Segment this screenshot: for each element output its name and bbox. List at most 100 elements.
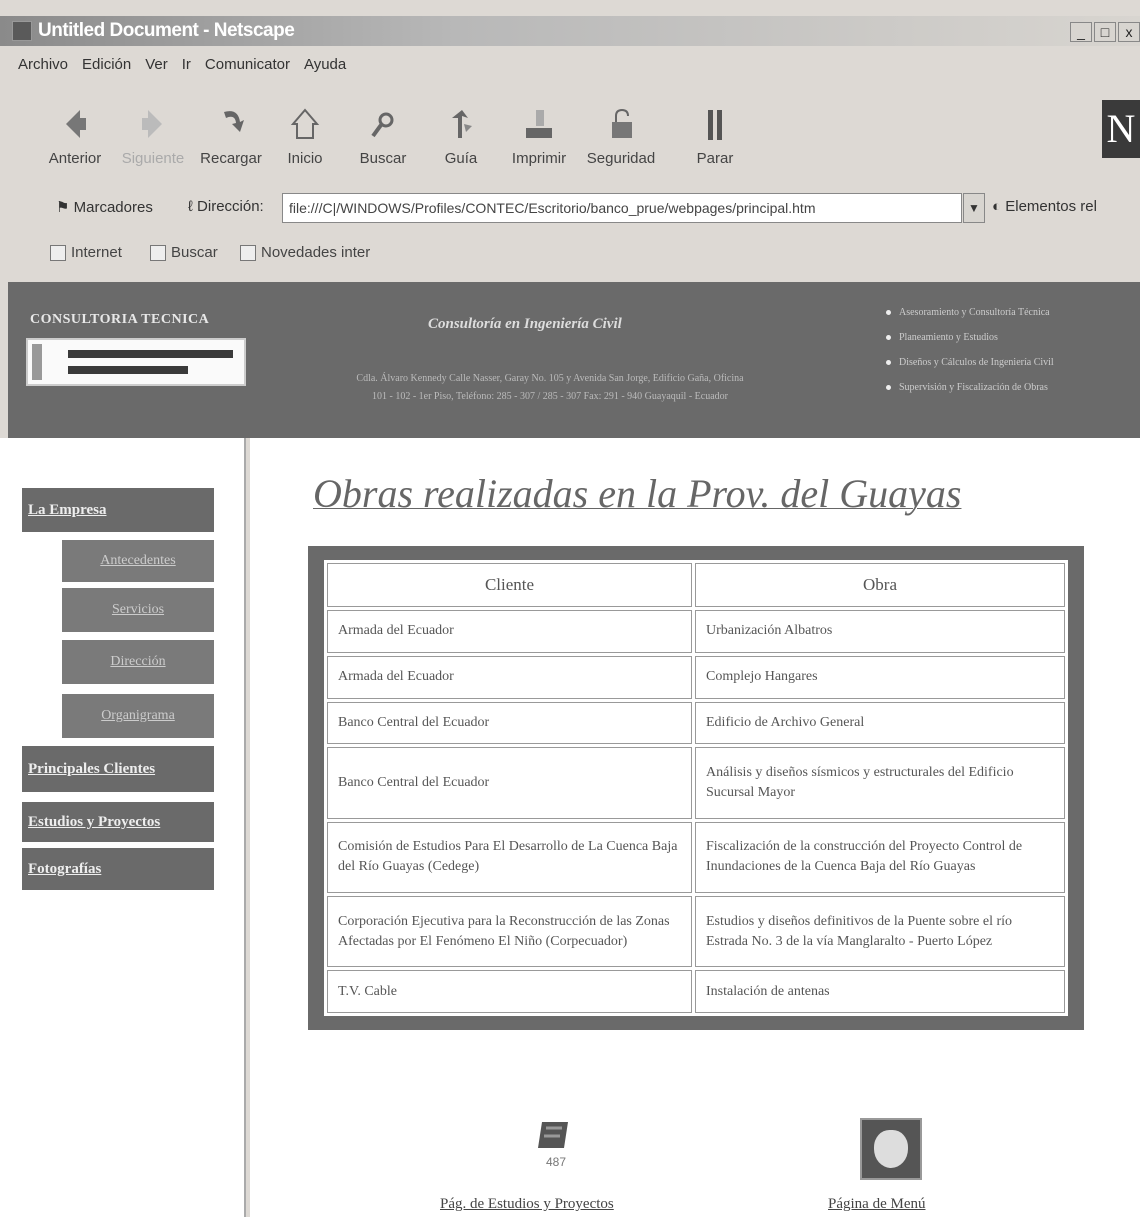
address-input[interactable]: file:///C|/WINDOWS/Profiles/CONTEC/Escri… [282,193,962,223]
nav-fotografias[interactable]: Fotografías [22,848,214,890]
security-button[interactable]: Seguridad [586,104,656,167]
cell-cliente: T.V. Cable [327,970,692,1013]
nav-organigrama[interactable]: Organigrama [62,694,214,738]
works-table: Cliente Obra Armada del Ecuador Urbaniza… [324,560,1068,1016]
cell-cliente: Banco Central del Ecuador [327,747,692,819]
menu-icon[interactable] [860,1118,922,1180]
address-icon: ℓ [188,198,193,215]
address-label-wrap: ℓ Dirección: [188,198,264,215]
related-icon: ◐ [992,198,1002,215]
browser-window: Untitled Document - Netscape _ □ x Archi… [0,0,1140,1217]
forward-button[interactable]: Siguiente [118,104,188,167]
personal-toolbar: Internet Buscar Novedades inter [0,238,1140,274]
chevron-down-icon: ▼ [968,201,980,215]
service-item: Asesoramiento y Consultoría Técnica [886,300,1054,325]
minimize-button[interactable]: _ [1070,22,1092,42]
projects-page-link[interactable]: Pág. de Estudios y Proyectos [440,1196,614,1213]
back-arrow-icon [66,110,86,138]
address-dropdown[interactable]: ▼ [963,193,985,223]
cell-obra: Fiscalización de la construcción del Pro… [695,821,1065,893]
table-row: Corporación Ejecutiva para la Reconstruc… [327,895,1065,968]
bookmarks-label: Marcadores [73,199,153,216]
reload-icon [224,111,244,132]
window-title: Untitled Document - Netscape [38,20,295,41]
service-item: Diseños y Cálculos de Ingeniería Civil [886,350,1054,375]
cell-obra: Instalación de antenas [695,970,1065,1013]
table-row: Comisión de Estudios Para El Desarrollo … [327,821,1065,893]
menu-comunicator[interactable]: Comunicator [205,56,290,73]
svg-text:487: 487 [546,1155,566,1169]
home-label: Inicio [287,150,323,167]
address-line-2: 101 - 102 - 1er Piso, Teléfono: 285 - 30… [371,391,728,402]
company-name: CONSULTORIA TECNICA [30,312,210,327]
cell-cliente: Armada del Ecuador [327,655,692,699]
maximize-button[interactable]: □ [1094,22,1116,42]
reload-button[interactable]: Recargar [196,104,266,167]
site-header: CONSULTORIA TECNICA Consultoría en Ingen… [8,282,1140,438]
company-address: Cdla. Álvaro Kennedy Calle Nasser, Garay… [270,370,830,406]
guide-icon [452,110,472,138]
search-icon [371,112,394,138]
nav-servicios[interactable]: Servicios [62,588,214,632]
cell-obra: Complejo Hangares [695,655,1065,699]
menu-ayuda[interactable]: Ayuda [304,56,346,73]
reload-label: Recargar [200,150,262,167]
cell-cliente: Armada del Ecuador [327,610,692,653]
guide-button[interactable]: Guía [426,104,496,167]
internet-button[interactable]: Internet [50,244,122,261]
buscar-link-button[interactable]: Buscar [150,244,218,261]
nav-la-empresa[interactable]: La Empresa [22,488,214,532]
novedades-button[interactable]: Novedades inter [240,244,370,261]
nav-antecedentes[interactable]: Antecedentes [62,540,214,582]
stop-icon [708,110,722,140]
stop-button[interactable]: Parar [670,104,760,167]
forward-label: Siguiente [121,150,185,167]
back-button[interactable]: Anterior [40,104,110,167]
table-row: Banco Central del Ecuador Análisis y dis… [327,747,1065,819]
close-button[interactable]: x [1118,22,1140,42]
header-cliente: Cliente [327,563,692,607]
projects-icon[interactable]: 487 [534,1118,576,1174]
navigation-toolbar: Anterior Siguiente Recargar Inicio Busca… [0,96,1140,186]
buscar-label: Buscar [171,244,218,261]
nav-direccion[interactable]: Dirección [62,640,214,684]
forward-arrow-icon [142,110,162,138]
cell-cliente: Comisión de Estudios Para El Desarrollo … [327,821,692,893]
print-icon [526,110,552,138]
works-table-frame: Cliente Obra Armada del Ecuador Urbaniza… [308,546,1084,1030]
bookmarks-button[interactable]: ⚑ Marcadores [56,198,153,216]
nav-estudios-proyectos[interactable]: Estudios y Proyectos [22,802,214,842]
internet-label: Internet [71,244,122,261]
menu-archivo[interactable]: Archivo [18,56,68,73]
menu-page-link[interactable]: Página de Menú [828,1196,925,1213]
service-item: Planeamiento y Estudios [886,325,1054,350]
back-label: Anterior [48,150,102,167]
cell-cliente: Corporación Ejecutiva para la Reconstruc… [327,895,692,968]
services-list: Asesoramiento y Consultoría Técnica Plan… [886,300,1054,400]
search-button[interactable]: Buscar [348,104,418,167]
search-label: Buscar [359,150,407,167]
table-row: Banco Central del Ecuador Edificio de Ar… [327,701,1065,745]
internet-icon [50,244,66,261]
print-button[interactable]: Imprimir [504,104,574,167]
bookmark-icon: ⚑ [56,199,70,216]
novedades-label: Novedades inter [261,244,371,261]
menu-ir[interactable]: Ir [182,56,191,73]
home-button[interactable]: Inicio [270,104,340,167]
company-logo [26,338,246,386]
cell-obra: Urbanización Albatros [695,610,1065,653]
table-header-row: Cliente Obra [327,563,1065,607]
security-label: Seguridad [586,150,656,167]
folder-icon [150,244,166,261]
nav-principales-clientes[interactable]: Principales Clientes [22,746,214,792]
netscape-app-icon [12,21,32,41]
related-button[interactable]: ◐ Elementos rel [992,198,1097,215]
header-obra: Obra [695,563,1065,607]
menu-ver[interactable]: Ver [145,56,168,73]
home-icon [290,108,320,139]
cell-cliente: Banco Central del Ecuador [327,701,692,745]
address-line-1: Cdla. Álvaro Kennedy Calle Nasser, Garay… [356,373,744,384]
menu-edicion[interactable]: Edición [82,56,131,73]
cell-obra: Análisis y diseños sísmicos y estructura… [695,747,1065,819]
folder-icon [240,244,256,261]
